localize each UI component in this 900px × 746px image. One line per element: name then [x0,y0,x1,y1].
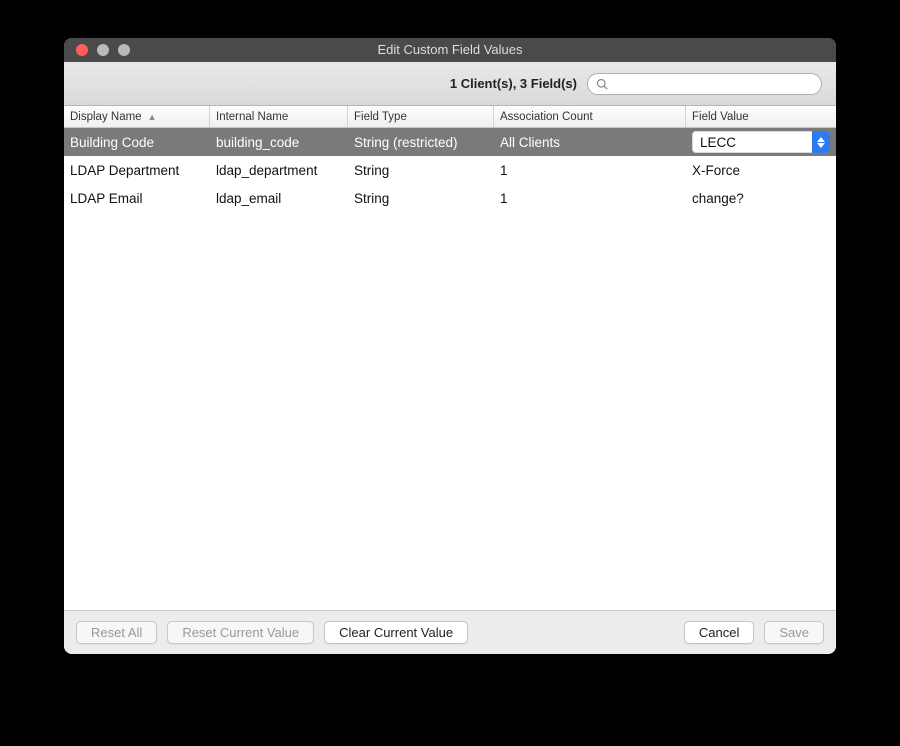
clients-fields-summary: 1 Client(s), 3 Field(s) [450,76,577,91]
col-header-label: Internal Name [216,111,288,123]
col-header-label: Association Count [500,111,593,123]
reset-all-button[interactable]: Reset All [76,621,157,644]
cell-field-type: String [348,191,494,206]
cell-field-value: change? [686,191,836,206]
minimize-icon[interactable] [97,44,109,56]
window-title: Edit Custom Field Values [64,38,836,62]
cell-internal-name: ldap_department [210,163,348,178]
cell-association-count: All Clients [494,135,686,150]
table-body: Building Codebuilding_codeString (restri… [64,128,836,610]
cell-field-type: String (restricted) [348,135,494,150]
col-header-field-value[interactable]: Field Value [686,106,836,127]
zoom-icon[interactable] [118,44,130,56]
select-value: LECC [700,135,736,150]
cell-display-name: Building Code [64,135,210,150]
col-header-field-type[interactable]: Field Type [348,106,494,127]
col-header-label: Display Name [70,111,142,123]
reset-current-value-button[interactable]: Reset Current Value [167,621,314,644]
traffic-lights [64,44,130,56]
cell-internal-name: building_code [210,135,348,150]
close-icon[interactable] [76,44,88,56]
cell-internal-name: ldap_email [210,191,348,206]
clear-current-value-button[interactable]: Clear Current Value [324,621,468,644]
col-header-display-name[interactable]: Display Name ▲ [64,106,210,127]
save-button[interactable]: Save [764,621,824,644]
col-header-internal-name[interactable]: Internal Name [210,106,348,127]
cell-association-count: 1 [494,191,686,206]
table-row[interactable]: LDAP Departmentldap_departmentString1X-F… [64,156,836,184]
chevron-up-down-icon [812,131,830,153]
cell-association-count: 1 [494,163,686,178]
table-headers: Display Name ▲ Internal Name Field Type … [64,106,836,128]
cell-field-value[interactable]: LECC [686,131,836,153]
col-header-label: Field Value [692,111,749,123]
col-header-association-count[interactable]: Association Count [494,106,686,127]
cancel-button[interactable]: Cancel [684,621,754,644]
cell-display-name: LDAP Department [64,163,210,178]
cell-field-value: X-Force [686,163,836,178]
field-value-select[interactable]: LECC [692,131,830,153]
bottom-bar: Reset All Reset Current Value Clear Curr… [64,610,836,654]
cell-display-name: LDAP Email [64,191,210,206]
col-header-label: Field Type [354,111,407,123]
toolbar: 1 Client(s), 3 Field(s) [64,62,836,106]
table-row[interactable]: LDAP Emailldap_emailString1change? [64,184,836,212]
cell-field-type: String [348,163,494,178]
sort-asc-icon: ▲ [148,112,157,122]
table-row[interactable]: Building Codebuilding_codeString (restri… [64,128,836,156]
search-field[interactable] [587,73,822,95]
edit-custom-field-values-window: Edit Custom Field Values 1 Client(s), 3 … [64,38,836,654]
search-input[interactable] [612,76,813,91]
titlebar: Edit Custom Field Values [64,38,836,62]
search-icon [596,78,608,90]
